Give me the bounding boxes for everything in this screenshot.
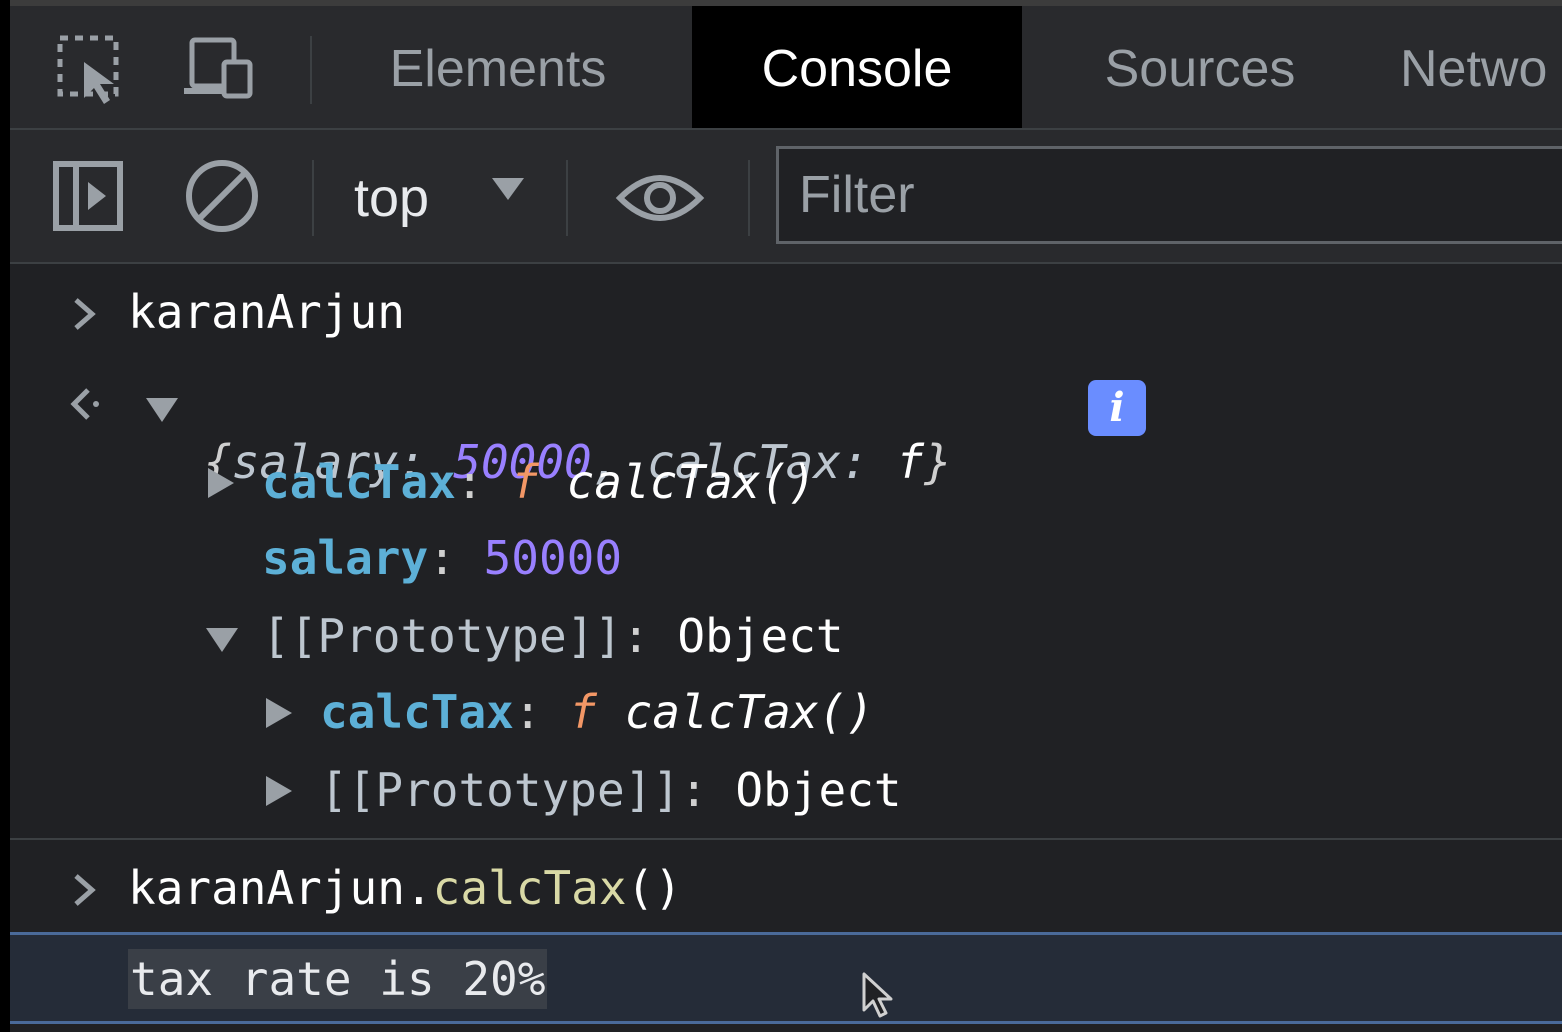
input-prompt-icon <box>74 298 96 330</box>
property-key: calcTax <box>262 455 456 509</box>
inspect-element-icon[interactable] <box>54 32 130 108</box>
console-row-divider <box>10 838 1562 840</box>
mouse-cursor-icon <box>862 972 893 1018</box>
context-label: top <box>354 168 430 228</box>
property-key: [[Prototype]] <box>262 609 623 663</box>
devtools-tab-bar: Elements Console Sources Netwo <box>10 0 1562 128</box>
input-method: calcTax <box>432 861 627 915</box>
device-toggle-icon[interactable] <box>180 32 256 108</box>
property-colon: : <box>513 685 570 739</box>
expand-triangle-icon[interactable] <box>266 776 292 806</box>
property-salary: salary: 50000 <box>262 530 622 586</box>
prototype-property-calctax[interactable]: calcTax: f calcTax() <box>320 684 874 740</box>
info-badge-icon[interactable]: i <box>1088 380 1146 436</box>
function-f-label: f <box>569 685 597 739</box>
function-f-label: f <box>511 455 539 509</box>
input-object: karanArjun <box>128 861 405 915</box>
filter-field[interactable] <box>776 146 1562 244</box>
devtools-panel: Elements Console Sources Netwo top Filte… <box>10 0 1562 1032</box>
tab-sources[interactable]: Sources <box>1050 6 1350 128</box>
property-colon: : <box>428 531 484 585</box>
property-key: salary <box>262 531 429 585</box>
property-key: calcTax <box>320 685 514 739</box>
input-prompt-icon <box>74 874 96 906</box>
console-output: karanArjun {salary: 50000, calcTax: f} i… <box>10 264 1562 1032</box>
dropdown-arrow-icon <box>492 178 524 200</box>
property-colon: : <box>622 609 678 663</box>
function-name: calcTax() <box>538 455 816 509</box>
console-input-line: karanArjun.calcTax() <box>128 860 682 916</box>
property-prototype[interactable]: [[Prototype]]: Object <box>262 608 844 664</box>
tab-elements[interactable]: Elements <box>348 6 648 128</box>
filter-input[interactable] <box>799 149 1559 241</box>
property-colon: : <box>680 763 736 817</box>
toolbar-divider <box>566 160 568 236</box>
console-log-row: tax rate is 20% <box>10 932 1562 1024</box>
preview-colon: : <box>841 435 897 489</box>
context-selector[interactable]: top <box>350 160 550 236</box>
property-colon: : <box>455 455 512 509</box>
preview-value-calctax: f <box>896 435 925 489</box>
brace-close: } <box>924 435 952 489</box>
toolbar-divider <box>748 160 750 236</box>
console-input-line: karanArjun <box>128 285 405 339</box>
property-value: 50000 <box>483 531 623 585</box>
tab-network[interactable]: Netwo <box>1400 6 1547 128</box>
property-value: Object <box>735 763 902 817</box>
expand-triangle-icon[interactable] <box>208 468 234 498</box>
sidebar-toggle-icon[interactable] <box>50 158 130 238</box>
expand-triangle-icon[interactable] <box>266 698 292 728</box>
function-name: calcTax() <box>596 685 874 739</box>
tab-console[interactable]: Console <box>692 6 1022 128</box>
log-message: tax rate is 20% <box>128 949 548 1009</box>
property-key: [[Prototype]] <box>320 763 681 817</box>
tab-divider <box>310 36 312 104</box>
toolbar-divider <box>312 160 314 236</box>
collapse-triangle-icon[interactable] <box>206 628 238 652</box>
input-dot: . <box>404 861 433 915</box>
live-expression-eye-icon[interactable] <box>614 158 706 238</box>
clear-console-icon[interactable] <box>182 156 262 236</box>
input-parens: () <box>626 861 682 915</box>
prototype-property-prototype[interactable]: [[Prototype]]: Object <box>320 762 902 818</box>
property-calctax[interactable]: calcTax: f calcTax() <box>262 454 816 510</box>
console-toolbar: top <box>10 128 1562 264</box>
property-value: Object <box>677 609 844 663</box>
